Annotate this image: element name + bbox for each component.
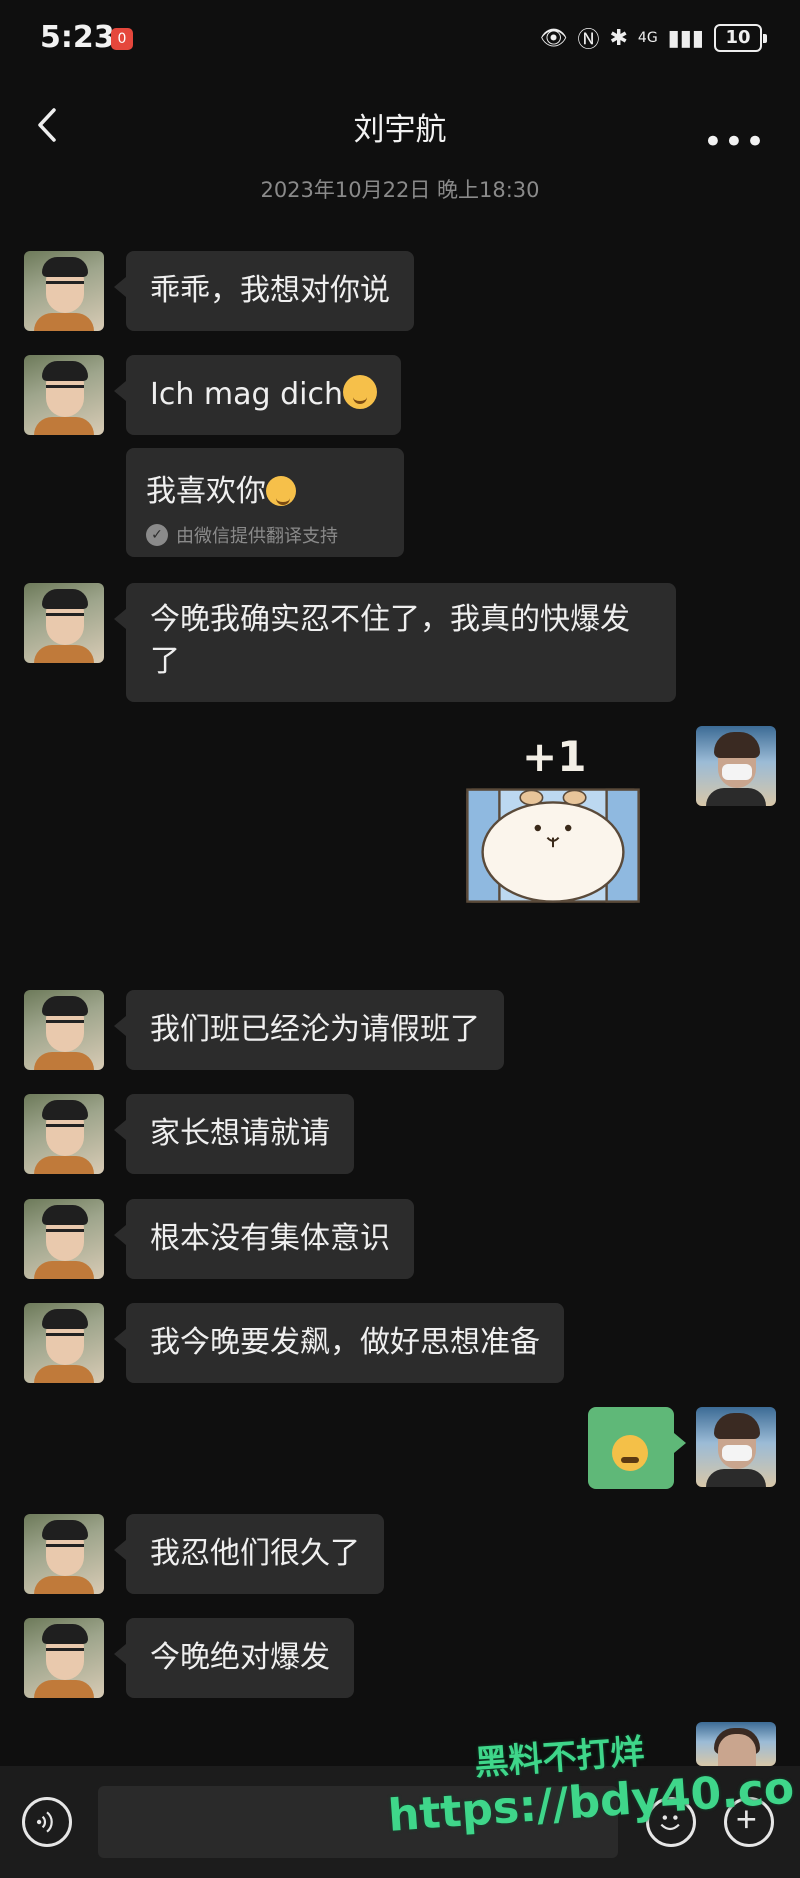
yum-emoji-icon — [266, 476, 296, 506]
contact-avatar[interactable] — [24, 1514, 104, 1594]
message-bubble[interactable]: 今晚我确实忍不住了，我真的快爆发了 — [114, 583, 676, 702]
status-time: 5:23 — [40, 20, 115, 55]
message-text: Ich mag dich — [150, 377, 343, 412]
contact-avatar[interactable] — [24, 355, 104, 435]
chat-timestamp: 2023年10月22日 晚上18:30 — [260, 178, 540, 202]
message-bubble[interactable]: 今晚绝对爆发 — [114, 1618, 354, 1698]
battery-icon: 10 — [714, 24, 767, 52]
chat-title: 刘宇航 — [353, 112, 447, 148]
message-bubble[interactable]: 我今晚要发飙，做好思想准备 — [114, 1303, 564, 1383]
message-bubble[interactable]: 我们班已经沦为请假班了 — [114, 990, 504, 1070]
my-avatar[interactable] — [696, 726, 776, 806]
contact-avatar[interactable] — [24, 251, 104, 331]
voice-input-icon[interactable] — [22, 1797, 72, 1847]
message-bubble[interactable]: 我忍他们很久了 — [114, 1514, 384, 1594]
message-text: 乖乖，我想对你说 — [150, 273, 390, 308]
nfc-icon: Ⓝ — [577, 28, 600, 53]
message-text: 今晚我确实忍不住了，我真的快爆发了 — [150, 602, 630, 679]
message-text: 我忍他们很久了 — [150, 1536, 360, 1571]
more-options-icon[interactable]: ••• — [703, 122, 766, 162]
contact-avatar[interactable] — [24, 1094, 104, 1174]
contact-avatar[interactable] — [24, 1303, 104, 1383]
translation-text: 我喜欢你 — [146, 474, 266, 509]
message-bubble[interactable]: 根本没有集体意识 — [114, 1199, 414, 1279]
message-text: 根本没有集体意识 — [150, 1221, 390, 1256]
message-bubble[interactable]: Ich mag dich — [114, 355, 401, 435]
message-text: 我们班已经沦为请假班了 — [150, 1012, 480, 1047]
check-icon: ✓ — [146, 524, 168, 546]
status-icons: 👁 Ⓝ ✱ 4G ▮▮▮ 10 — [539, 22, 767, 54]
my-avatar[interactable] — [696, 1407, 776, 1487]
message-text: 今晚绝对爆发 — [150, 1640, 330, 1675]
angry-face-icon — [612, 1435, 648, 1471]
translation-box: 我喜欢你 ✓ 由微信提供翻译支持 — [126, 448, 404, 557]
message-text: 我今晚要发飙，做好思想准备 — [150, 1325, 540, 1360]
bluetooth-icon: ✱ — [609, 25, 628, 51]
message-text: 家长想请就请 — [150, 1116, 330, 1151]
message-bubble[interactable]: 家长想请就请 — [114, 1094, 354, 1174]
contact-avatar[interactable] — [24, 1199, 104, 1279]
network-label: 4G — [637, 30, 658, 46]
message-bubble[interactable]: 乖乖，我想对你说 — [114, 251, 414, 331]
eye-icon: 👁 — [539, 25, 568, 51]
yum-emoji-icon — [342, 375, 377, 409]
notification-badge: 0 — [111, 28, 133, 50]
contact-avatar[interactable] — [24, 1618, 104, 1698]
translation-note: 由微信提供翻译支持 — [176, 526, 338, 547]
my-message-bubble[interactable] — [588, 1407, 686, 1489]
contact-avatar[interactable] — [24, 990, 104, 1070]
signal-icon: ▮▮▮ — [667, 25, 704, 51]
hamster-sticker[interactable] — [438, 780, 668, 940]
sticker-caption: +1 — [522, 732, 587, 781]
contact-avatar[interactable] — [24, 583, 104, 663]
